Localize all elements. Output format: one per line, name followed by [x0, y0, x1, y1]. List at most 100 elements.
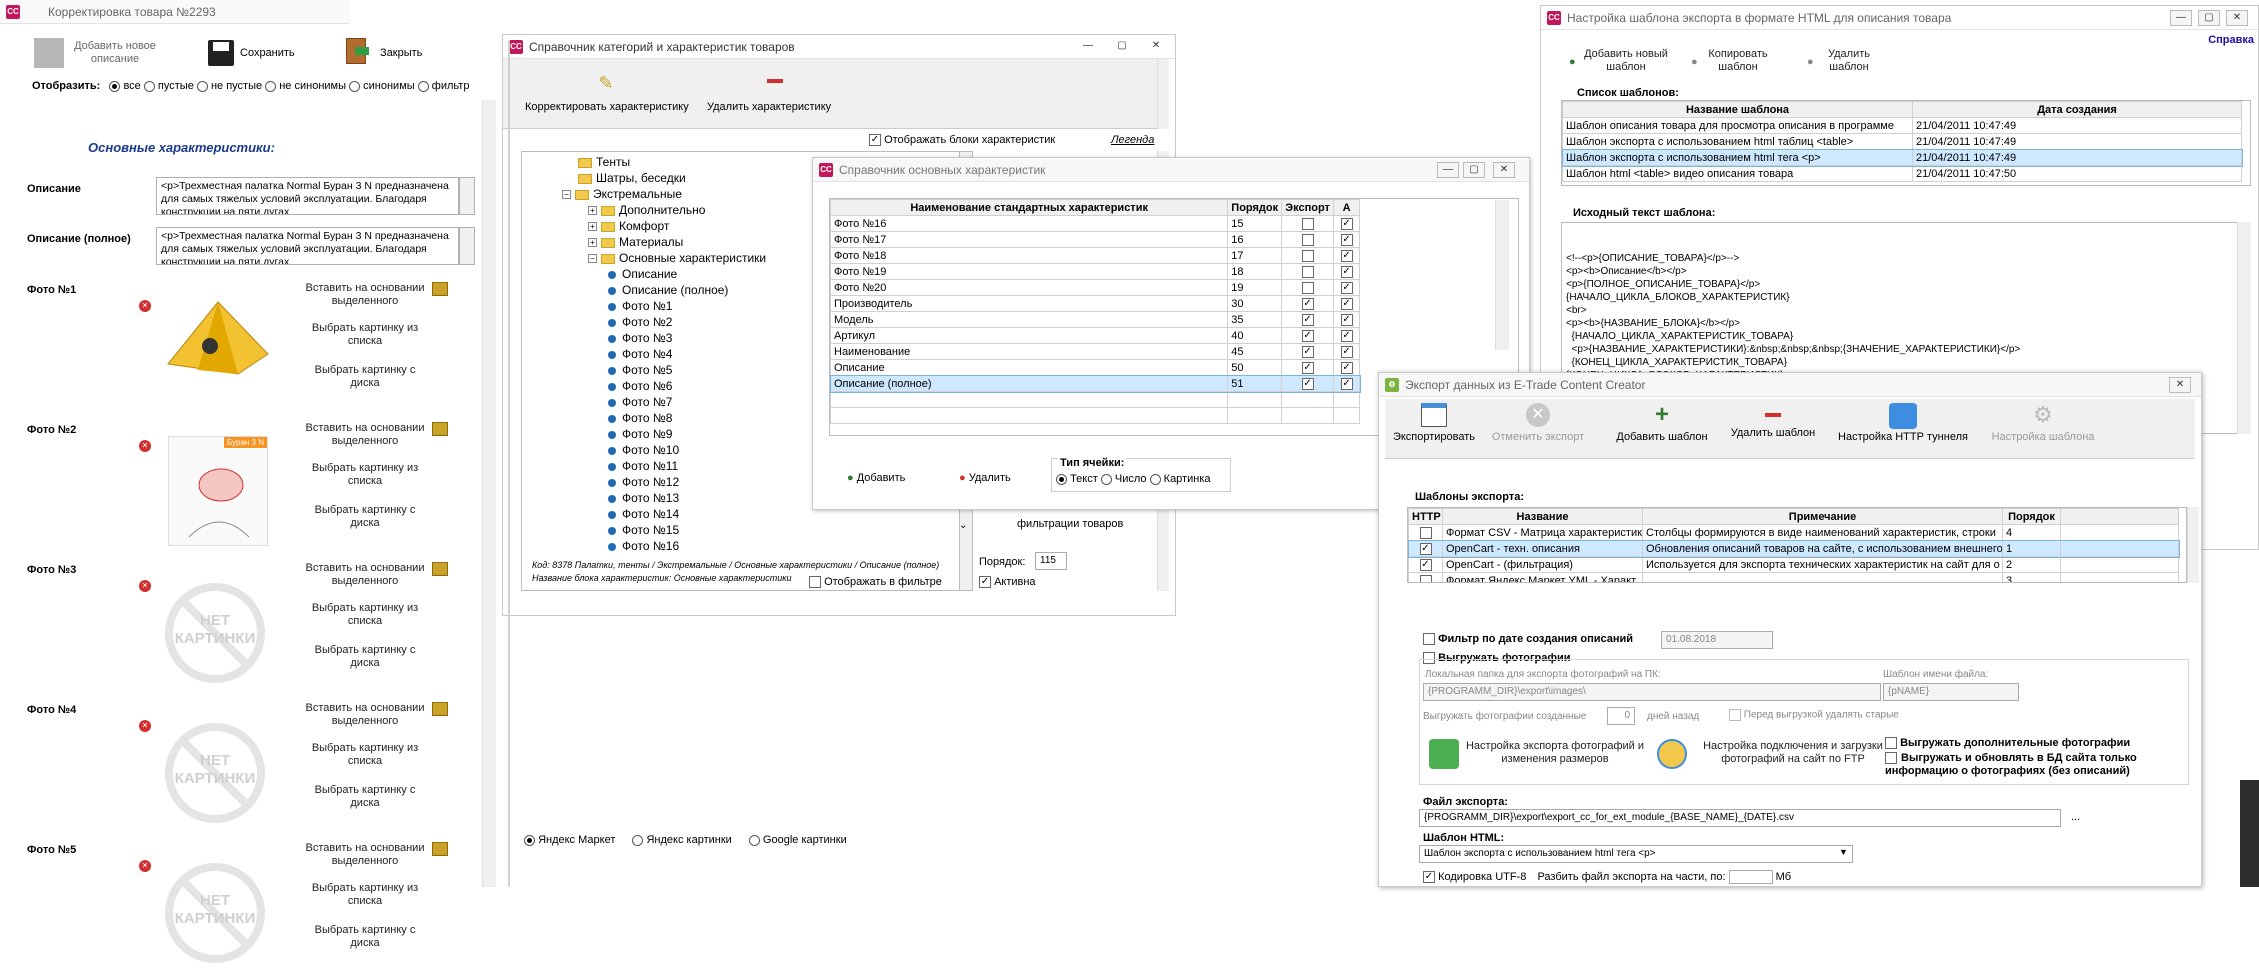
legend-link[interactable]: Легенда	[1111, 134, 1154, 146]
export-scroll[interactable]	[2187, 507, 2199, 583]
filter-all-radio[interactable]	[109, 80, 121, 92]
table-row[interactable]: Описание (полное) 51 ✓ ✓	[830, 374, 1361, 393]
tree-node[interactable]: Фото №16	[522, 538, 960, 554]
filter-custom-radio[interactable]	[417, 80, 429, 92]
split-input[interactable]	[1728, 870, 1773, 884]
details-scroll[interactable]: ⌄	[959, 520, 967, 531]
a-checkbox[interactable]: ✓	[1340, 233, 1353, 246]
edit-characteristic-button[interactable]: ✎ Корректировать характеристику	[517, 69, 697, 121]
delete-template-button[interactable]: ● Удалить шаблон	[1807, 48, 1877, 74]
expand-icon[interactable]: +	[588, 206, 597, 216]
table-row[interactable]: ✓ OpenCart - (фильтрация) Используется для…	[1408, 556, 2179, 573]
show-in-filter-checkbox[interactable]	[809, 576, 821, 589]
description-scroll[interactable]	[459, 177, 475, 215]
choose-from-disk-link[interactable]: Выбрать картинку с диска	[300, 924, 430, 950]
export-checkbox[interactable]	[1301, 281, 1314, 294]
a-checkbox[interactable]: ✓	[1340, 297, 1353, 310]
minimize-button[interactable]: —	[1077, 39, 1099, 55]
local-folder-input[interactable]: {PROGRAMM_DIR}\export\images\	[1423, 683, 1881, 701]
a-checkbox[interactable]: ✓	[1340, 249, 1353, 262]
export-checkbox[interactable]: ✓	[1301, 345, 1314, 358]
google-images-radio[interactable]	[748, 834, 760, 846]
order-input[interactable]: 115	[1035, 552, 1067, 570]
days-input[interactable]: 0	[1607, 707, 1635, 725]
col-created[interactable]: Дата создания	[1912, 101, 2242, 118]
delete-template-button[interactable]: Удалить шаблон	[1725, 403, 1821, 455]
insert-from-selected-link[interactable]: Вставить на основании выделенного	[300, 702, 430, 728]
active-checkbox[interactable]: ✓	[979, 576, 991, 589]
choose-from-list-link[interactable]: Выбрать картинку из списка	[300, 462, 430, 488]
delete-photo-icon[interactable]: ✕	[139, 860, 151, 872]
a-checkbox[interactable]: ✓	[1340, 313, 1353, 326]
http-checkbox[interactable]: ✓	[1419, 542, 1432, 555]
choose-from-disk-link[interactable]: Выбрать картинку с диска	[300, 364, 430, 390]
export-checkbox[interactable]: ✓	[1301, 361, 1314, 374]
tree-node[interactable]: Фото №15	[522, 522, 960, 538]
col-order[interactable]: Порядок	[1227, 199, 1283, 216]
col-http[interactable]: НТТР	[1408, 508, 1443, 525]
maximize-button[interactable]: ▢	[1463, 162, 1485, 178]
add-description-button[interactable]: Добавить новое описание	[34, 38, 164, 70]
maximize-button[interactable]: ▢	[1111, 39, 1133, 55]
type-image-radio[interactable]	[1149, 473, 1161, 485]
close-icon[interactable]: ✕	[1493, 162, 1515, 178]
add-template-button[interactable]: + Добавить шаблон	[1607, 403, 1717, 455]
export-checkbox[interactable]: ✓	[1301, 297, 1314, 310]
export-checkbox[interactable]: ✓	[1301, 329, 1314, 342]
table-row[interactable]: Шаблон описания товара для просмотра опи…	[1562, 117, 2242, 134]
browse-button[interactable]: ...	[2071, 811, 2080, 823]
insert-from-selected-link[interactable]: Вставить на основании выделенного	[300, 842, 430, 868]
table-row[interactable]: Модель 35 ✓ ✓	[830, 311, 1360, 328]
table-row[interactable]: ✓ OpenCart - техн. описания Обновления опи…	[1408, 539, 2180, 558]
filter-nonsyn-radio[interactable]	[265, 80, 277, 92]
photo-export-settings-button[interactable]: Настройка экспорта фотографий и изменени…	[1429, 737, 1649, 773]
choose-from-list-link[interactable]: Выбрать картинку из списка	[300, 742, 430, 768]
description-field[interactable]: <p>Трехместная палатка Normal Буран 3 N …	[156, 177, 459, 215]
table-row[interactable]: Фото №16 15 ✓	[830, 215, 1360, 232]
table-row[interactable]: Фото №18 17 ✓	[830, 247, 1360, 264]
expand-icon[interactable]: +	[588, 238, 597, 248]
name-template-input[interactable]: {pNAME}	[1883, 683, 2019, 701]
a-checkbox[interactable]: ✓	[1340, 361, 1353, 374]
add-template-button[interactable]: ● Добавить новый шаблон	[1569, 48, 1669, 74]
export-checkbox[interactable]	[1301, 249, 1314, 262]
table-row[interactable]: Шаблон html <table> видео описания товар…	[1562, 165, 2242, 182]
col-export[interactable]: Экспорт	[1281, 199, 1335, 216]
copy-template-button[interactable]: ● Копировать шаблон	[1691, 48, 1771, 74]
delete-photo-icon[interactable]: ✕	[139, 300, 151, 312]
col-title[interactable]: Название	[1442, 508, 1643, 525]
date-filter-checkbox[interactable]	[1423, 633, 1435, 646]
expand-icon[interactable]: +	[588, 222, 597, 232]
insert-from-selected-link[interactable]: Вставить на основании выделенного	[300, 422, 430, 448]
export-checkbox[interactable]: ✓	[1301, 313, 1314, 326]
help-link[interactable]: Справка	[2208, 34, 2254, 46]
export-checkbox[interactable]: ✓	[1301, 377, 1314, 390]
template-settings-button[interactable]: ⚙ Настройка шаблона	[1983, 403, 2103, 455]
date-filter-input[interactable]: 01.08.2018	[1661, 631, 1773, 649]
table-row[interactable]: Фото №20 19 ✓	[830, 279, 1360, 296]
col-name[interactable]: Наименование стандартных характеристик	[830, 199, 1229, 216]
minimize-button[interactable]: —	[2170, 10, 2192, 26]
collapse-icon[interactable]: −	[562, 190, 571, 200]
yandex-market-radio[interactable]	[524, 834, 535, 846]
insert-from-selected-link[interactable]: Вставить на основании выделенного	[300, 282, 430, 308]
close-icon[interactable]: ✕	[2226, 10, 2248, 26]
a-checkbox[interactable]: ✓	[1340, 329, 1353, 342]
chevron-down-icon[interactable]: ▼	[1839, 847, 1848, 857]
minimize-button[interactable]: —	[1437, 162, 1459, 178]
close-icon[interactable]: ✕	[1145, 39, 1167, 55]
choose-from-list-link[interactable]: Выбрать картинку из списка	[300, 602, 430, 628]
full-description-scroll[interactable]	[459, 227, 475, 265]
delete-photo-icon[interactable]: ✕	[139, 580, 151, 592]
table-row[interactable]: Шаблон экспорта с использованием html те…	[1562, 148, 2243, 167]
extra-photos-checkbox[interactable]	[1885, 737, 1897, 750]
http-checkbox[interactable]: ✓	[1419, 558, 1432, 571]
filter-syn-radio[interactable]	[349, 80, 361, 92]
export-checkbox[interactable]	[1301, 233, 1314, 246]
col-a[interactable]: А	[1333, 199, 1360, 216]
http-checkbox[interactable]	[1419, 574, 1432, 582]
export-button[interactable]: Экспортировать	[1389, 403, 1479, 455]
a-checkbox[interactable]: ✓	[1340, 281, 1353, 294]
type-text-radio[interactable]	[1056, 473, 1067, 485]
grid-scroll[interactable]	[1495, 200, 1509, 350]
